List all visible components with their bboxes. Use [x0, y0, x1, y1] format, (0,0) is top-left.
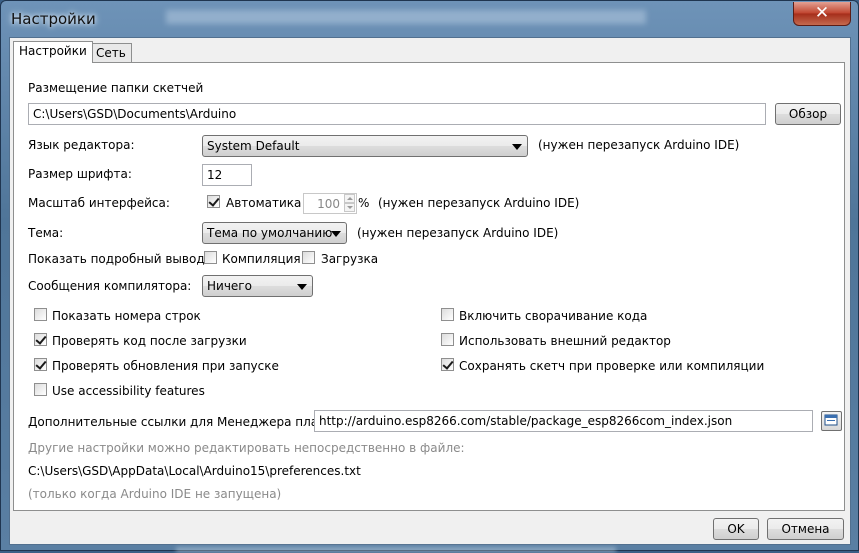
option-code-folding-checkbox[interactable]	[441, 308, 454, 321]
sketchbook-path-input[interactable]: C:\Users\GSD\Documents\Arduino	[28, 103, 766, 125]
option-save-on-verify-label: Сохранять скетч при проверке или компиля…	[459, 359, 765, 373]
language-select[interactable]: System Default	[202, 135, 528, 157]
language-value: System Default	[207, 139, 300, 153]
cancel-button[interactable]: Отмена	[767, 518, 844, 540]
font-size-label: Размер шрифта:	[28, 167, 132, 181]
scale-label: Масштаб интерфейса:	[28, 196, 170, 210]
language-label: Язык редактора:	[28, 138, 135, 152]
spinner-up-icon[interactable]	[344, 194, 355, 203]
option-external-editor-label: Использовать внешний редактор	[459, 334, 671, 348]
theme-label: Тема:	[28, 226, 64, 240]
blurred-background-strip	[176, 547, 616, 553]
chevron-down-icon	[331, 231, 341, 237]
verbose-upload-label: Загрузка	[321, 252, 379, 266]
more-prefs-note: (только когда Arduino IDE не запущена)	[28, 487, 282, 501]
verbose-label: Показать подробный вывод:	[28, 252, 209, 266]
blurred-background-title	[166, 10, 646, 24]
window-list-icon	[824, 414, 838, 426]
scale-spinner[interactable]: 100	[303, 193, 357, 214]
theme-value: Тема по умолчанию	[207, 226, 333, 240]
verbose-upload-checkbox[interactable]	[302, 251, 315, 264]
tab-settings[interactable]: Настройки	[13, 41, 93, 63]
warnings-label: Сообщения компилятора:	[28, 279, 192, 293]
boards-url-input[interactable]: http://arduino.esp8266.com/stable/packag…	[314, 410, 813, 432]
close-icon: ✕	[814, 3, 830, 23]
option-code-folding-label: Включить сворачивание кода	[459, 309, 648, 323]
scale-percent: %	[358, 196, 370, 210]
window-title: Настройки	[11, 10, 96, 28]
preferences-window: Настройки ✕ Настройки Сеть Размещение па…	[0, 0, 859, 553]
option-line-numbers-label: Показать номера строк	[52, 309, 201, 323]
warnings-select[interactable]: Ничего	[202, 275, 313, 297]
warnings-value: Ничего	[207, 279, 252, 293]
option-save-on-verify-checkbox[interactable]	[441, 358, 454, 371]
option-verify-upload-label: Проверять код после загрузки	[52, 334, 247, 348]
option-external-editor-checkbox[interactable]	[441, 333, 454, 346]
dialog-body: Настройки Сеть Размещение папки скетчей …	[9, 37, 851, 545]
option-verify-upload-checkbox[interactable]	[34, 333, 47, 346]
option-check-updates-checkbox[interactable]	[34, 358, 47, 371]
scale-auto-label: Автоматика	[226, 196, 302, 210]
sketchbook-label: Размещение папки скетчей	[28, 81, 204, 95]
option-accessibility-label: Use accessibility features	[52, 384, 205, 398]
browse-button[interactable]: Обзор	[775, 103, 841, 125]
scale-value: 100	[317, 197, 340, 211]
title-bar[interactable]: Настройки ✕	[1, 1, 858, 37]
chevron-down-icon	[297, 284, 307, 290]
font-size-input[interactable]: 12	[202, 164, 252, 186]
scale-auto-checkbox[interactable]	[207, 195, 220, 208]
preferences-file-path: C:\Users\GSD\AppData\Local\Arduino15\pre…	[28, 464, 361, 478]
ok-button[interactable]: OK	[713, 518, 759, 540]
tab-network[interactable]: Сеть	[90, 43, 132, 62]
chevron-down-icon	[512, 144, 522, 150]
verbose-compile-checkbox[interactable]	[204, 251, 217, 264]
close-button[interactable]: ✕	[793, 2, 851, 26]
open-url-list-button[interactable]	[821, 411, 842, 431]
option-line-numbers-checkbox[interactable]	[34, 308, 47, 321]
theme-select[interactable]: Тема по умолчанию	[202, 222, 347, 244]
theme-note: (нужен перезапуск Arduino IDE)	[357, 226, 559, 240]
option-check-updates-label: Проверять обновления при запуске	[52, 359, 279, 373]
settings-panel: Размещение папки скетчей C:\Users\GSD\Do…	[13, 62, 845, 511]
more-prefs-label: Другие настройки можно редактировать неп…	[28, 441, 465, 455]
spinner-down-icon[interactable]	[344, 203, 355, 212]
language-note: (нужен перезапуск Arduino IDE)	[538, 138, 740, 152]
scale-note: (нужен перезапуск Arduino IDE)	[378, 196, 580, 210]
boards-url-label: Дополнительные ссылки для Менеджера плат…	[28, 415, 330, 429]
verbose-compile-label: Компиляция	[222, 252, 301, 266]
option-accessibility-checkbox[interactable]	[34, 383, 47, 396]
